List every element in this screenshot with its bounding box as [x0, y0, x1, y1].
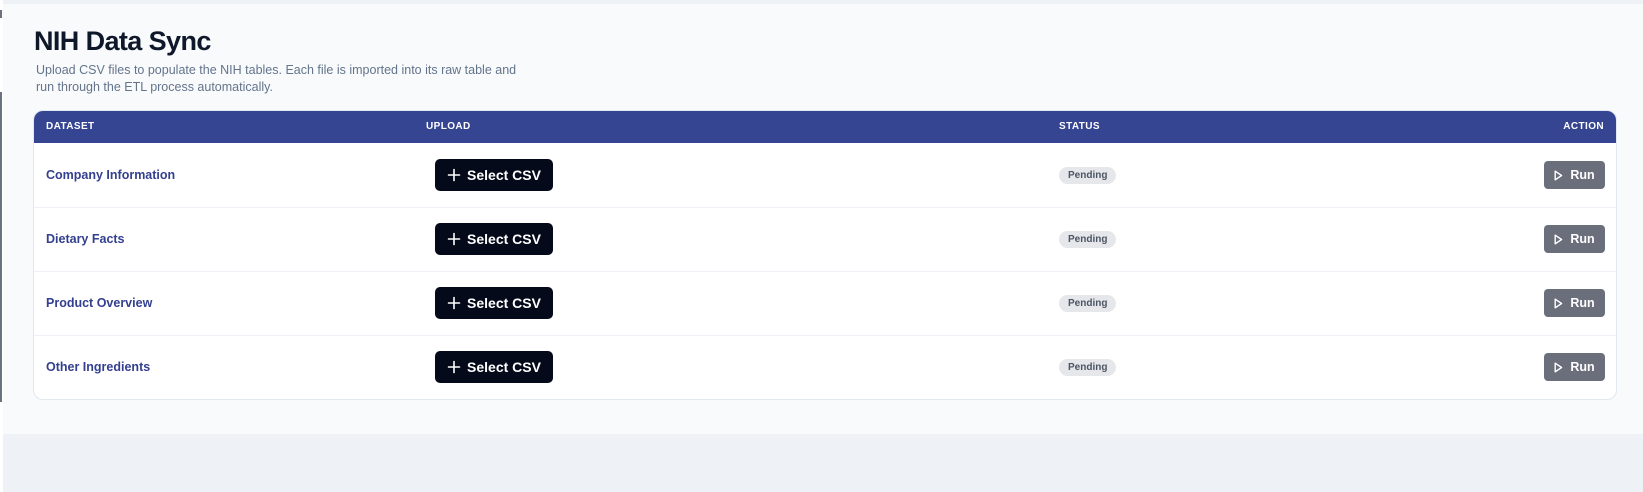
select-csv-label: Select CSV: [467, 231, 541, 247]
status-badge: Pending: [1059, 359, 1117, 376]
select-csv-button[interactable]: Select CSV: [435, 287, 553, 319]
column-header-action: ACTION: [1563, 121, 1604, 132]
run-label: Run: [1570, 360, 1595, 374]
window-edge-scrollbar: [0, 92, 2, 402]
dataset-name-link[interactable]: Product Overview: [46, 271, 152, 335]
plus-icon: [447, 232, 461, 246]
column-header-status: STATUS: [1059, 121, 1100, 132]
dataset-name-link[interactable]: Dietary Facts: [46, 207, 125, 271]
table-row: Company Information Select CSV Pending R…: [34, 143, 1616, 208]
page-title: NIH Data Sync: [34, 26, 211, 56]
select-csv-button[interactable]: Select CSV: [435, 223, 553, 255]
table-row: Dietary Facts Select CSV Pending Run: [34, 207, 1616, 272]
plus-icon: [447, 296, 461, 310]
run-button[interactable]: Run: [1544, 353, 1605, 381]
run-label: Run: [1570, 168, 1595, 182]
select-csv-label: Select CSV: [467, 359, 541, 375]
page-description: Upload CSV files to populate the NIH tab…: [36, 63, 517, 94]
select-csv-button[interactable]: Select CSV: [435, 351, 553, 383]
run-button[interactable]: Run: [1544, 225, 1605, 253]
table-row: Other Ingredients Select CSV Pending Run: [34, 335, 1616, 399]
table-row: Product Overview Select CSV Pending Run: [34, 271, 1616, 336]
window-edge-mark: [0, 10, 2, 18]
select-csv-label: Select CSV: [467, 167, 541, 183]
status-badge: Pending: [1059, 295, 1117, 312]
column-header-dataset: DATASET: [46, 121, 95, 132]
select-csv-label: Select CSV: [467, 295, 541, 311]
run-button[interactable]: Run: [1544, 161, 1605, 189]
dataset-table: DATASET UPLOAD STATUS ACTION Company Inf…: [33, 110, 1617, 400]
play-icon: [1554, 362, 1563, 372]
dataset-name-link[interactable]: Other Ingredients: [46, 335, 150, 399]
table-header: DATASET UPLOAD STATUS ACTION: [34, 111, 1616, 143]
select-csv-button[interactable]: Select CSV: [435, 159, 553, 191]
plus-icon: [447, 360, 461, 374]
plus-icon: [447, 168, 461, 182]
dataset-name-link[interactable]: Company Information: [46, 143, 175, 207]
play-icon: [1554, 234, 1563, 244]
column-header-upload: UPLOAD: [426, 121, 471, 132]
run-button[interactable]: Run: [1544, 289, 1605, 317]
play-icon: [1554, 298, 1563, 308]
status-badge: Pending: [1059, 231, 1117, 248]
run-label: Run: [1570, 296, 1595, 310]
play-icon: [1554, 170, 1563, 180]
run-label: Run: [1570, 232, 1595, 246]
status-badge: Pending: [1059, 167, 1117, 184]
